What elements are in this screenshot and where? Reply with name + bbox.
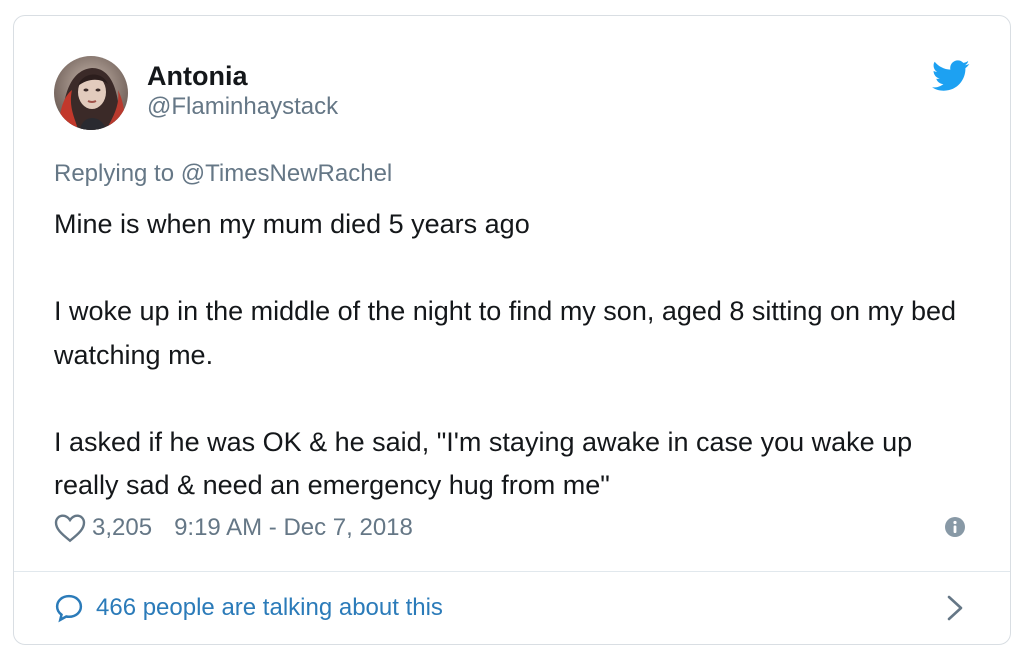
twitter-bird-icon[interactable] [932, 60, 970, 92]
tweet-card[interactable]: Antonia @Flaminhaystack Replying to @Tim… [13, 15, 1011, 645]
tweet-paragraph: I asked if he was OK & he said, "I'm sta… [54, 426, 913, 501]
tweet-meta: 3,205 9:19 AM - Dec 7, 2018 [54, 511, 413, 545]
heart-icon[interactable] [54, 513, 86, 543]
chevron-right-icon[interactable] [946, 595, 964, 621]
comment-bubble-icon [55, 594, 83, 623]
like-count[interactable]: 3,205 [92, 514, 152, 542]
conversation-link[interactable]: 466 people are talking about this [54, 590, 443, 626]
replying-to-label[interactable]: Replying to @TimesNewRachel [54, 159, 392, 189]
divider [14, 571, 1010, 572]
tweet-text: Mine is when my mum died 5 years ago I w… [54, 203, 974, 508]
info-icon[interactable] [944, 516, 966, 538]
avatar[interactable] [54, 56, 128, 130]
timestamp[interactable]: 9:19 AM - Dec 7, 2018 [174, 514, 413, 542]
tweet-paragraph: Mine is when my mum died 5 years ago [54, 209, 530, 239]
tweet-paragraph: I woke up in the middle of the night to … [54, 296, 957, 370]
author-name[interactable]: Antonia [147, 60, 248, 92]
conversation-label[interactable]: 466 people are talking about this [96, 594, 443, 622]
author-handle[interactable]: @Flaminhaystack [147, 92, 338, 122]
